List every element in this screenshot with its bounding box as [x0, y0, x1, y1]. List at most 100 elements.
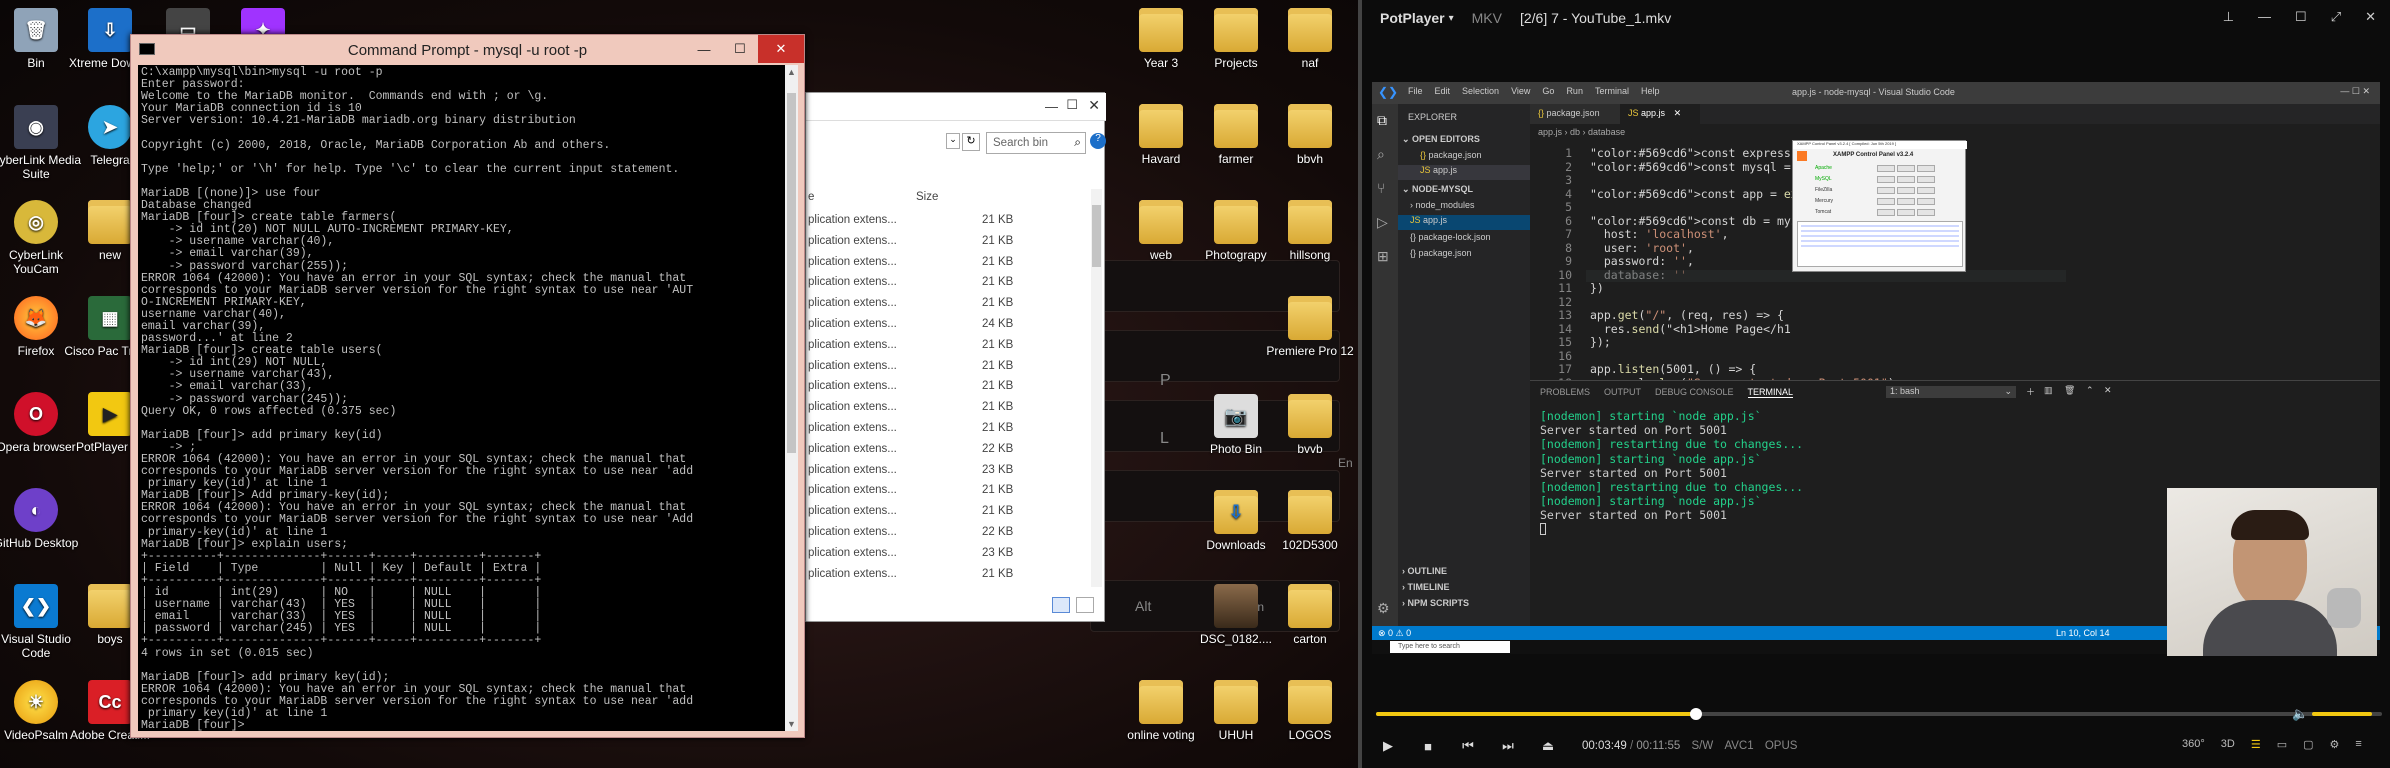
- open-file-item-active[interactable]: JS app.js: [1398, 165, 1530, 180]
- folder-section[interactable]: ⌄ NODE-MYSQL: [1402, 184, 1473, 195]
- playlist-icon[interactable]: ☰: [2251, 738, 2261, 751]
- menu-item[interactable]: Help: [1641, 86, 1660, 96]
- menu-item[interactable]: Terminal: [1595, 86, 1629, 96]
- code-line[interactable]: app.listen(5001, () => {: [1590, 362, 1756, 376]
- maximize-icon[interactable]: ☐: [2295, 9, 2307, 25]
- close-icon[interactable]: ✕: [2365, 9, 2376, 25]
- file-row[interactable]: plication extens... 21 KB: [806, 481, 1096, 502]
- chevron-down-icon[interactable]: ▾: [1449, 13, 1454, 24]
- desktop-icon-github[interactable]: ◐ GitHub Desktop: [0, 488, 84, 550]
- add-terminal-icon[interactable]: ＋: [2026, 385, 2035, 398]
- menu-item[interactable]: View: [1511, 86, 1530, 96]
- close-icon[interactable]: ✕: [1674, 108, 1682, 118]
- tree-item[interactable]: {} package.json: [1410, 248, 1472, 258]
- file-row[interactable]: plication extens... 21 KB: [806, 211, 1096, 232]
- npm-scripts-section[interactable]: › NPM SCRIPTS: [1402, 598, 1469, 608]
- open-editors-section[interactable]: ⌄ OPEN EDITORS: [1402, 134, 1480, 145]
- chevron-down-icon[interactable]: ⌄: [946, 133, 960, 149]
- minimize-icon[interactable]: —: [2258, 9, 2271, 25]
- search-icon[interactable]: ⌕: [1377, 146, 1385, 163]
- xampp-action-button[interactable]: [1877, 176, 1895, 183]
- menu-icon[interactable]: ≡: [2355, 738, 2361, 751]
- code-line[interactable]: user: 'root',: [1590, 241, 1694, 255]
- desktop-icon-logos[interactable]: LOGOS: [1262, 680, 1358, 742]
- menu-item[interactable]: Selection: [1462, 86, 1499, 96]
- xampp-action-button[interactable]: [1877, 187, 1895, 194]
- xampp-action-button[interactable]: [1897, 165, 1915, 172]
- cmd-titlebar[interactable]: Command Prompt - mysql -u root -p — ☐ ✕: [131, 35, 804, 65]
- tab-package-json[interactable]: {} package.json: [1530, 104, 1620, 124]
- xampp-action-button[interactable]: [1917, 176, 1935, 183]
- scrollbar[interactable]: ▲ ▼: [785, 65, 798, 731]
- chevron-up-icon[interactable]: ⌃: [2086, 385, 2094, 396]
- menu-item[interactable]: Edit: [1435, 86, 1451, 96]
- close-icon[interactable]: ✕: [2104, 385, 2112, 396]
- seek-bar-handle[interactable]: [1690, 708, 1702, 720]
- eject-icon[interactable]: ⏏: [1536, 734, 1560, 758]
- tab-app-js[interactable]: JS app.js ✕: [1620, 104, 1700, 124]
- desktop-icon-carton[interactable]: carton: [1262, 584, 1358, 646]
- next-icon[interactable]: ⏭: [1496, 734, 1520, 758]
- scrollbar-thumb[interactable]: [787, 93, 796, 453]
- open-file-item[interactable]: {} package.json: [1420, 150, 1482, 160]
- tree-item[interactable]: {} package-lock.json: [1410, 232, 1491, 242]
- menu-item[interactable]: File: [1408, 86, 1423, 96]
- file-row[interactable]: plication extens... 21 KB: [806, 502, 1096, 523]
- details-view-icon[interactable]: [1052, 597, 1070, 613]
- gear-icon[interactable]: ⚙: [2330, 738, 2340, 751]
- minimize-icon[interactable]: —: [1045, 99, 1058, 114]
- xampp-action-button[interactable]: [1897, 176, 1915, 183]
- file-row[interactable]: plication extens... 23 KB: [806, 461, 1096, 482]
- tab-problems[interactable]: PROBLEMS: [1540, 387, 1590, 398]
- scroll-down-icon[interactable]: ▼: [787, 719, 796, 729]
- problems-count[interactable]: ⊗ 0 ⚠ 0: [1378, 628, 1411, 639]
- xampp-action-button[interactable]: [1877, 209, 1895, 216]
- fullscreen-icon[interactable]: ⤢: [2331, 9, 2341, 25]
- menu-item[interactable]: Run: [1566, 86, 1583, 96]
- breadcrumb-item[interactable]: app.js: [1538, 127, 1562, 137]
- tab-output[interactable]: OUTPUT: [1604, 387, 1641, 398]
- vr-360-button[interactable]: 360°: [2182, 738, 2205, 751]
- code-line[interactable]: });: [1590, 335, 1611, 349]
- file-row[interactable]: plication extens... 21 KB: [806, 336, 1096, 357]
- cursor-position[interactable]: Ln 10, Col 14: [2056, 628, 2110, 638]
- console-output[interactable]: C:\xampp\mysql\bin>mysql -u root -p Ente…: [138, 65, 788, 731]
- file-row[interactable]: plication extens... 21 KB: [806, 377, 1096, 398]
- split-terminal-icon[interactable]: ▥: [2044, 385, 2053, 396]
- file-row[interactable]: plication extens... 23 KB: [806, 544, 1096, 565]
- desktop-icon-bbvh[interactable]: bbvh: [1262, 104, 1358, 166]
- file-row[interactable]: plication extens... 21 KB: [806, 398, 1096, 419]
- debug-icon[interactable]: ▷: [1377, 214, 1388, 231]
- source-control-icon[interactable]: ⑂: [1377, 180, 1385, 196]
- xampp-action-button[interactable]: [1917, 165, 1935, 172]
- minimize-button[interactable]: —: [686, 35, 722, 63]
- xampp-action-button[interactable]: [1917, 187, 1935, 194]
- file-row[interactable]: plication extens... 21 KB: [806, 565, 1096, 586]
- code-line[interactable]: res.send("<h1>Home Page</h1: [1590, 322, 1791, 336]
- code-line[interactable]: app.get("/", (req, res) => {: [1590, 308, 1784, 322]
- code-line[interactable]: host: 'localhost',: [1590, 227, 1729, 241]
- pin-icon[interactable]: ⊥: [2223, 9, 2234, 25]
- file-row[interactable]: plication extens... 21 KB: [806, 253, 1096, 274]
- file-row[interactable]: plication extens... 22 KB: [806, 523, 1096, 544]
- outline-section[interactable]: › OUTLINE: [1402, 566, 1447, 576]
- breadcrumb-item[interactable]: database: [1588, 127, 1625, 137]
- large-icons-view-icon[interactable]: [1076, 597, 1094, 613]
- tree-item[interactable]: › node_modules: [1410, 200, 1475, 210]
- file-row[interactable]: plication extens... 21 KB: [806, 294, 1096, 315]
- scrollbar[interactable]: [1091, 189, 1102, 587]
- desktop-icon-102d5300[interactable]: 102D5300: [1262, 490, 1358, 552]
- seek-bar[interactable]: [1376, 708, 2376, 720]
- help-icon[interactable]: ?: [1090, 133, 1106, 149]
- close-button[interactable]: ✕: [758, 35, 804, 63]
- potplayer-window[interactable]: PotPlayer ▾ MKV [2/6] 7 - YouTube_1.mkv …: [1362, 0, 2390, 768]
- close-icon[interactable]: ✕: [1088, 97, 1100, 114]
- search-box[interactable]: Search bin ⌕: [986, 132, 1086, 154]
- refresh-icon[interactable]: ↻: [962, 133, 980, 151]
- extensions-icon[interactable]: ⊞: [1377, 248, 1389, 265]
- menu-item[interactable]: Go: [1542, 86, 1554, 96]
- tree-item-selected[interactable]: JS app.js: [1398, 215, 1530, 230]
- subtitle-icon[interactable]: ▭: [2277, 738, 2287, 751]
- scroll-up-icon[interactable]: ▲: [787, 67, 796, 77]
- xampp-action-button[interactable]: [1877, 165, 1895, 172]
